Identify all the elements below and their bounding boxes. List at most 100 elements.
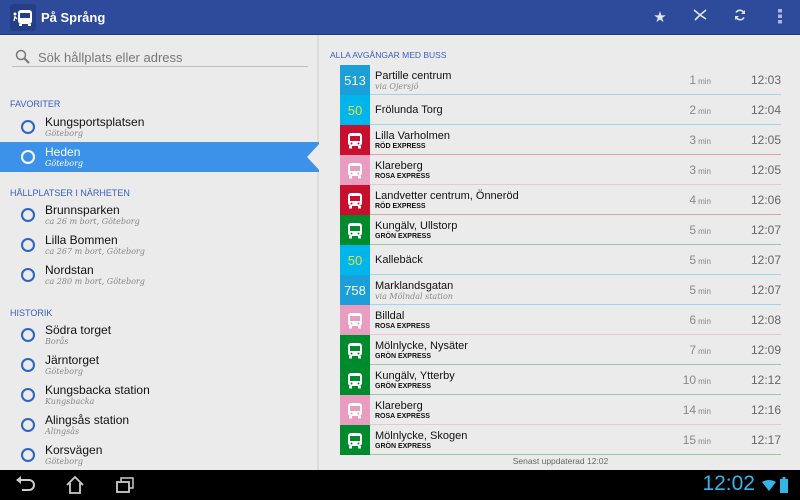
minutes-unit: min: [698, 257, 711, 266]
minutes-unit: min: [698, 347, 711, 356]
overflow-menu-icon[interactable]: [770, 8, 790, 28]
stop-name: Järntorget: [45, 353, 100, 367]
express-label: GRÖN EXPRESS: [375, 443, 432, 450]
departure-row[interactable]: 50 Frölunda Torg 2 min 12:04: [340, 95, 781, 125]
stop-name: Södra torget: [45, 323, 112, 337]
stop-item[interactable]: Kungsbacka station Kungsbacka: [0, 380, 319, 410]
app-logo-bus-icon[interactable]: [10, 4, 36, 31]
stop-item[interactable]: Heden Göteborg: [0, 142, 321, 172]
minutes-unit: min: [698, 377, 711, 386]
stop-subtitle: Göteborg: [45, 129, 84, 138]
map-icon[interactable]: [690, 8, 710, 26]
stop-item[interactable]: Brunnsparken ca 26 m bort, Göteborg: [0, 200, 319, 230]
departure-time: 12:07: [750, 283, 781, 297]
minutes-value: 2: [689, 103, 697, 117]
departure-time: 12:03: [750, 73, 781, 87]
departure-row[interactable]: Klareberg ROSA EXPRESS 3 min 12:05: [340, 155, 781, 185]
stop-name: Nordstan: [45, 263, 94, 277]
departure-row[interactable]: Mölnlycke, Skogen GRÖN EXPRESS 15 min 12:17: [340, 425, 781, 455]
express-bus-icon: [340, 395, 370, 425]
destination: Marklandsgatan: [375, 280, 454, 292]
minutes-value: 5: [689, 253, 697, 267]
stop-name: Korsvägen: [45, 443, 103, 457]
departure-time: 12:04: [750, 103, 781, 117]
stop-item[interactable]: Södra torget Borås: [0, 320, 319, 350]
stop-item[interactable]: Lilla Bommen ca 267 m bort, Göteborg: [0, 230, 319, 260]
destination: Klareberg: [375, 160, 423, 172]
minutes-until: 10 min: [683, 373, 711, 387]
stop-circle-icon: [21, 388, 35, 402]
express-label: RÖD EXPRESS: [375, 203, 426, 210]
last-updated: Senast uppdaterad 12:02: [512, 456, 609, 466]
departure-row[interactable]: Billdal ROSA EXPRESS 6 min 12:08: [340, 305, 781, 335]
stop-item[interactable]: Nordstan ca 280 m bort, Göteborg: [0, 260, 319, 290]
minutes-unit: min: [698, 107, 711, 116]
express-bus-icon: [340, 365, 370, 395]
minutes-unit: min: [698, 167, 711, 176]
back-icon[interactable]: [14, 476, 36, 494]
departure-row[interactable]: 758 Marklandsgatan via Mölndal station 5 min…: [340, 275, 781, 305]
departure-row[interactable]: Lilla Varholmen RÖD EXPRESS 3 min 12:05: [340, 125, 781, 155]
destination: Kallebäck: [375, 254, 423, 266]
stop-item[interactable]: Korsvägen Göteborg: [0, 440, 319, 470]
departure-row[interactable]: 513 Partille centrum via Ojersjö 1 min 12:03: [340, 65, 781, 95]
section-heading-history: HISTORIK: [10, 308, 53, 318]
departure-row[interactable]: Mölnlycke, Nysäter GRÖN EXPRESS 7 min 12:09: [340, 335, 781, 365]
departure-row[interactable]: Kungälv, Ytterby GRÖN EXPRESS 10 min 12:12: [340, 365, 781, 395]
stop-subtitle: Göteborg: [45, 367, 84, 376]
destination: Partille centrum: [375, 70, 452, 82]
line-badge: 758: [340, 275, 370, 305]
departure-row[interactable]: Klareberg ROSA EXPRESS 14 min 12:16: [340, 395, 781, 425]
minutes-unit: min: [698, 227, 711, 236]
destination: Mölnlycke, Skogen: [375, 430, 468, 442]
minutes-until: 1 min: [689, 73, 711, 87]
stop-circle-icon: [21, 358, 35, 372]
minutes-value: 3: [689, 163, 697, 177]
departure-time: 12:16: [750, 403, 781, 417]
via-text: via Mölndal station: [375, 292, 453, 301]
minutes-until: 14 min: [683, 403, 711, 417]
star-icon[interactable]: ★: [650, 8, 670, 26]
section-heading-nearby: HÅLLPLATSER I NÄRHETEN: [10, 188, 130, 198]
minutes-until: 4 min: [689, 193, 711, 207]
status-clock: 12:02: [702, 472, 755, 495]
minutes-value: 4: [689, 193, 697, 207]
destination: Kungälv, Ullstorp: [375, 220, 458, 232]
minutes-unit: min: [698, 197, 711, 206]
departure-row[interactable]: Kungälv, Ullstorp GRÖN EXPRESS 5 min 12:07: [340, 215, 781, 245]
stop-item[interactable]: Järntorget Göteborg: [0, 350, 319, 380]
home-icon[interactable]: [65, 475, 85, 495]
departure-row[interactable]: Landvetter centrum, Önneröd RÖD EXPRESS 4 m…: [340, 185, 781, 215]
stop-circle-icon: [21, 448, 35, 462]
stop-circle-icon: [21, 120, 35, 134]
minutes-value: 14: [682, 403, 697, 417]
battery-icon: [780, 477, 788, 493]
minutes-until: 2 min: [689, 103, 711, 117]
destination: Billdal: [375, 310, 405, 322]
recent-apps-icon[interactable]: [115, 476, 135, 494]
minutes-value: 5: [689, 283, 697, 297]
search-icon: [15, 49, 30, 64]
express-bus-icon: [340, 335, 370, 365]
line-badge: 50: [340, 95, 370, 125]
minutes-until: 7 min: [689, 343, 711, 357]
departure-time: 12:08: [750, 313, 781, 327]
departure-time: 12:17: [750, 433, 781, 447]
stop-subtitle: ca 26 m bort, Göteborg: [45, 217, 140, 226]
minutes-value: 1: [689, 73, 697, 87]
stop-name: Heden: [45, 145, 81, 159]
search-input[interactable]: Sök hållplats eller adress: [12, 47, 308, 67]
minutes-until: 3 min: [689, 133, 711, 147]
stop-item[interactable]: Alingsås station Alingsås: [0, 410, 319, 440]
refresh-icon[interactable]: [730, 8, 750, 26]
stop-item[interactable]: Kungsportsplatsen Göteborg: [0, 112, 319, 142]
departure-time: 12:07: [750, 253, 781, 267]
destination: Landvetter centrum, Önneröd: [375, 190, 519, 202]
destination: Kungälv, Ytterby: [375, 370, 455, 382]
minutes-value: 6: [689, 313, 697, 327]
express-bus-icon: [340, 305, 370, 335]
departure-row[interactable]: 50 Kallebäck 5 min 12:07: [340, 245, 781, 275]
action-bar: På Språng ★: [0, 0, 800, 35]
minutes-unit: min: [698, 407, 711, 416]
via-text: via Ojersjö: [375, 82, 419, 91]
